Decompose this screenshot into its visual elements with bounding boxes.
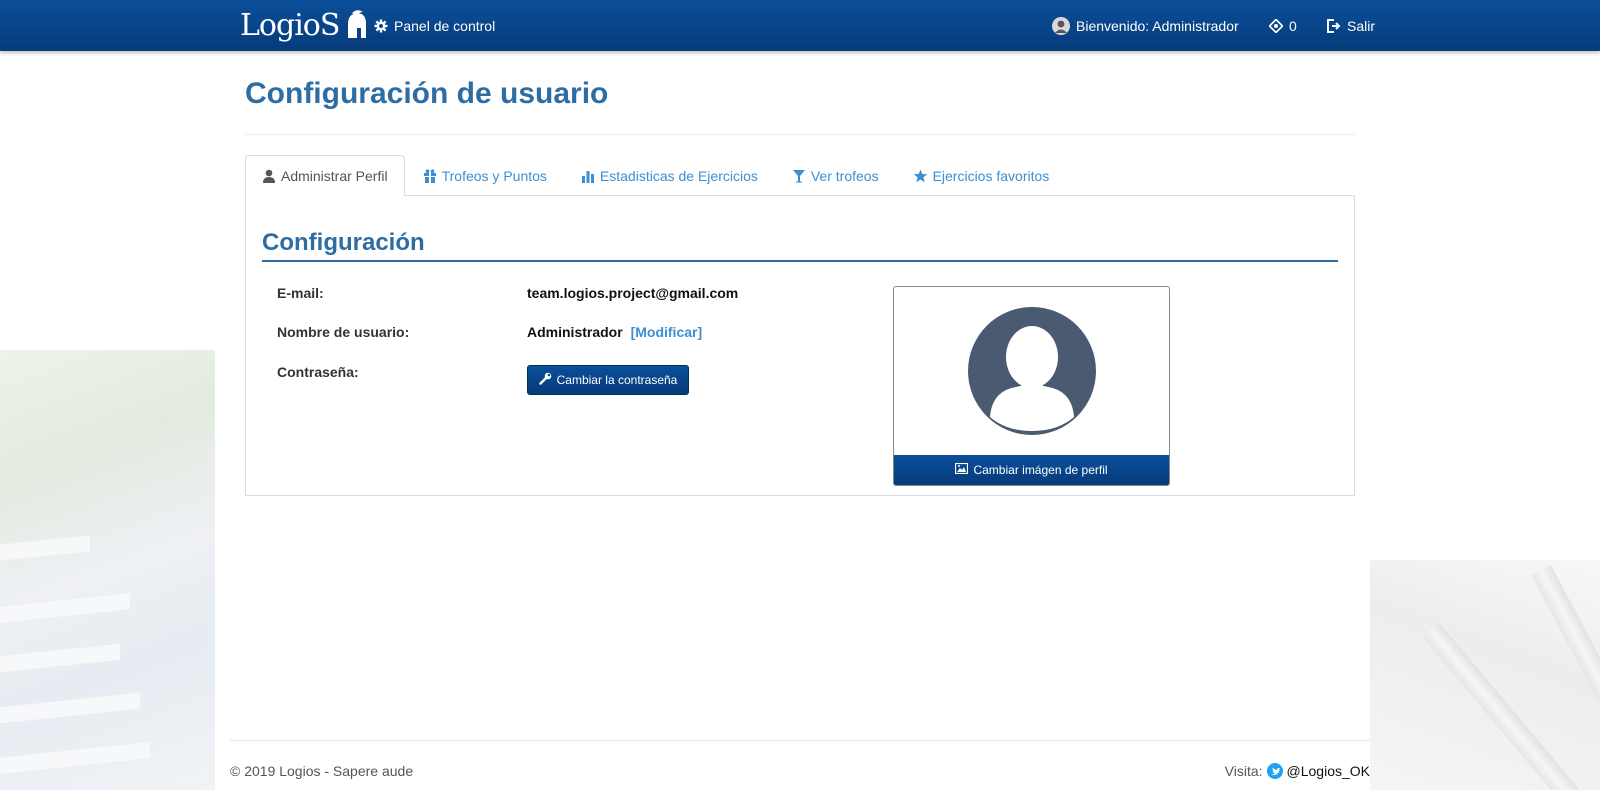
star-icon <box>913 169 928 183</box>
footer-visit: Visita: @Logios_OK <box>1225 763 1370 779</box>
logout-icon <box>1326 18 1341 33</box>
tab-label: Estadisticas de Ejercicios <box>599 167 758 184</box>
logo-text: LogioS <box>240 7 340 43</box>
top-navbar: LogioS Panel de control Bienvenido: Admi… <box>0 0 1600 51</box>
tab-panel-administrar-perfil: Configuración E-mail: team.logios.projec… <box>245 196 1355 496</box>
logout-label: Salir <box>1347 17 1376 34</box>
user-avatar-icon <box>1052 16 1070 35</box>
main-container: Configuración de usuario Administrar Per… <box>245 51 1355 496</box>
background-pencils-image <box>1370 560 1600 790</box>
wrench-icon <box>538 372 552 388</box>
tab-trofeos-puntos[interactable]: Trofeos y Puntos <box>407 155 563 196</box>
email-value: team.logios.project@gmail.com <box>527 285 739 301</box>
visit-label: Visita: <box>1224 763 1263 779</box>
welcome-label: Bienvenido: Administrador <box>1076 17 1239 34</box>
default-avatar-icon <box>968 307 1096 435</box>
title-divider <box>245 134 1355 135</box>
nav-panel-control[interactable]: Panel de control <box>374 0 495 51</box>
background-books-image <box>0 350 215 790</box>
tab-administrar-perfil[interactable]: Administrar Perfil <box>245 155 405 197</box>
logo[interactable]: LogioS <box>240 6 369 44</box>
footer: © 2019 Logios - Sapere aude Visita: @Log… <box>230 740 1370 790</box>
user-icon <box>262 169 276 183</box>
tab-label: Ver trofeos <box>810 167 879 184</box>
profile-image-card: Cambiar imágen de perfil <box>893 286 1170 486</box>
points-icon <box>1269 18 1283 33</box>
bar-chart-icon <box>581 169 595 183</box>
nav-points[interactable]: 0 <box>1269 0 1297 51</box>
points-value: 0 <box>1289 17 1297 34</box>
change-image-label: Cambiar imágen de perfil <box>973 463 1108 477</box>
twitter-icon[interactable] <box>1266 763 1283 779</box>
tab-ver-trofeos[interactable]: Ver trofeos <box>776 155 895 196</box>
username-value-row: Administrador [Modificar] <box>527 324 702 340</box>
trophy-icon <box>792 169 806 183</box>
section-title: Configuración <box>262 196 1338 262</box>
change-profile-image-button[interactable]: Cambiar imágen de perfil <box>894 455 1169 485</box>
gift-icon <box>423 168 437 183</box>
tab-ejercicios-favoritos[interactable]: Ejercicios favoritos <box>897 155 1066 196</box>
twitter-handle-link[interactable]: @Logios_OK <box>1287 763 1370 779</box>
change-password-button[interactable]: Cambiar la contraseña <box>527 365 689 395</box>
nav-welcome-user[interactable]: Bienvenido: Administrador <box>1052 0 1239 51</box>
modify-username-link[interactable]: [Modificar] <box>631 324 703 340</box>
tab-estadisticas-ejercicios[interactable]: Estadisticas de Ejercicios <box>565 155 774 196</box>
username-label: Nombre de usuario: <box>277 324 410 340</box>
nav-logout[interactable]: Salir <box>1326 0 1375 51</box>
image-icon <box>955 462 969 477</box>
gear-icon <box>374 19 388 33</box>
tab-label: Trofeos y Puntos <box>441 167 547 184</box>
nav-panel-label: Panel de control <box>394 17 496 34</box>
page-title: Configuración de usuario <box>245 77 609 110</box>
copyright-text: © 2019 Logios - Sapere aude <box>230 763 414 779</box>
change-password-label: Cambiar la contraseña <box>556 373 678 387</box>
email-label: E-mail: <box>277 285 324 301</box>
spartan-helmet-icon <box>343 10 369 40</box>
tab-label: Administrar Perfil <box>281 168 388 184</box>
password-label: Contraseña: <box>277 364 359 380</box>
tab-label: Ejercicios favoritos <box>932 167 1050 184</box>
username-value: Administrador <box>527 324 623 340</box>
profile-tabs: Administrar Perfil Trofeos y Puntos Esta… <box>245 155 1355 197</box>
